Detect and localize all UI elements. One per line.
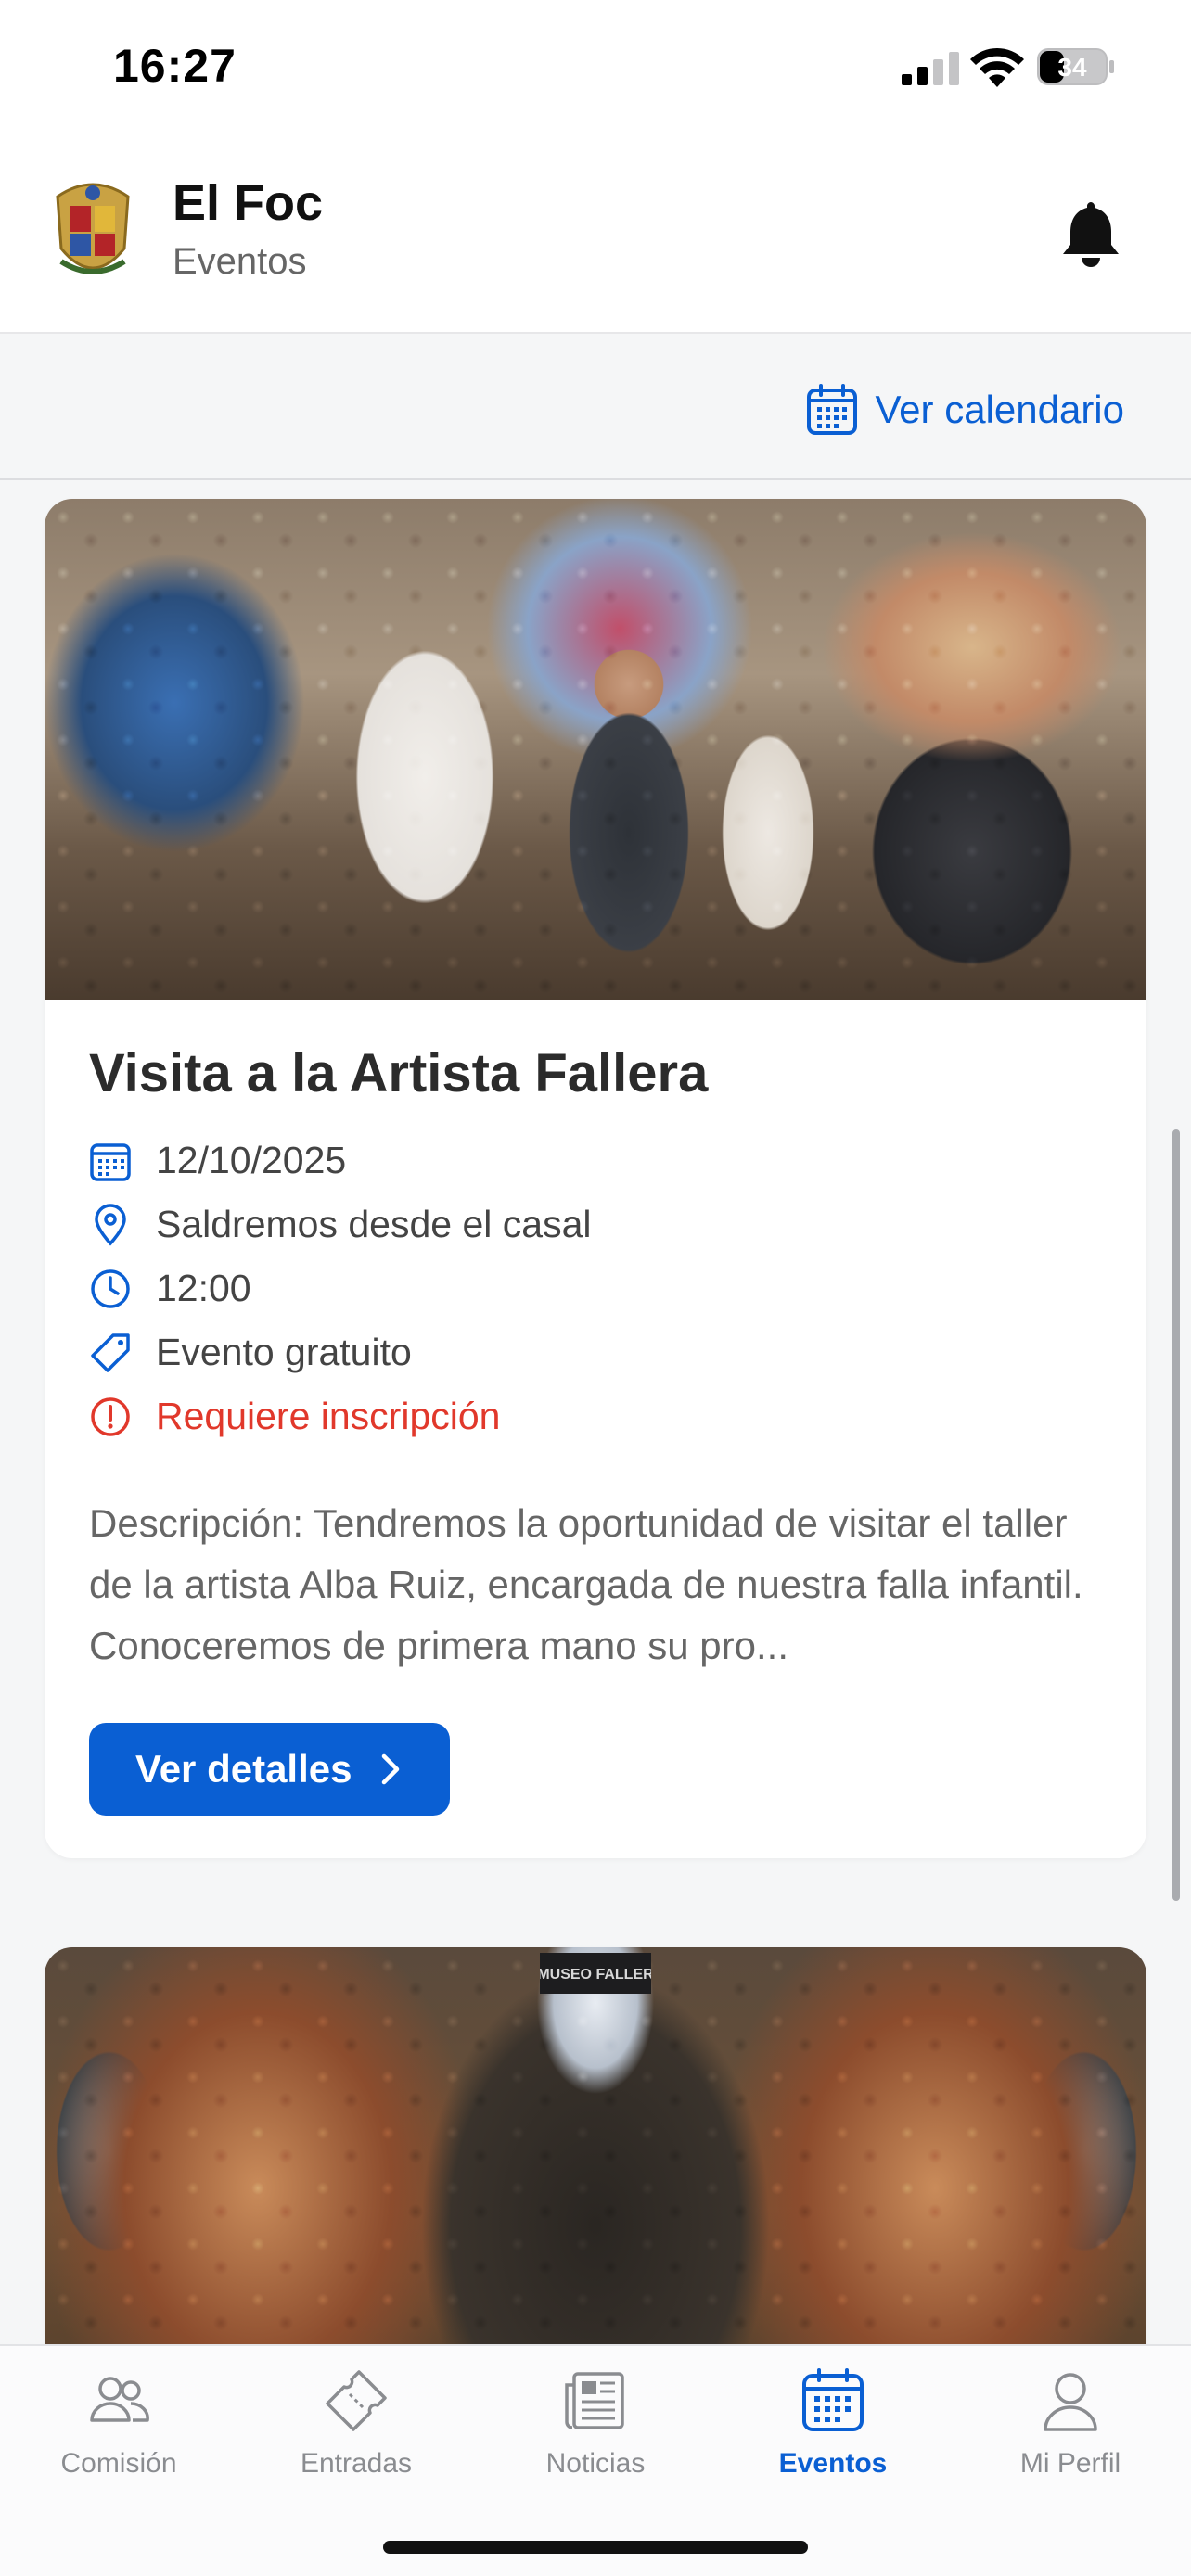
tab-label: Noticias: [545, 2448, 646, 2479]
view-details-button[interactable]: Ver detalles: [89, 1723, 451, 1816]
page-subtitle: Eventos: [173, 241, 307, 282]
falla-crest-logo: [56, 183, 130, 274]
clock-icon: [91, 1269, 130, 1308]
event-price: Evento gratuito: [156, 1331, 412, 1373]
wifi-icon: [970, 47, 1024, 87]
chevron-right-icon: [382, 1753, 400, 1785]
event-title: Visita a la Artista Fallera: [89, 1043, 709, 1103]
tab-mi-perfil[interactable]: Mi Perfil: [952, 2366, 1189, 2480]
event-registration-row: Requiere inscripción: [89, 1384, 1102, 1448]
battery-icon: 34: [1037, 48, 1114, 85]
scrollbar[interactable]: [1172, 1129, 1180, 1901]
tab-label: Mi Perfil: [1019, 2448, 1121, 2479]
tab-label: Entradas: [300, 2448, 413, 2479]
calendar-icon: [807, 384, 858, 435]
museum-sign: MUSEO FALLER: [540, 1953, 651, 1994]
event-location: Saldremos desde el casal: [156, 1203, 592, 1245]
app-header: El Foc Eventos: [0, 139, 1191, 334]
home-indicator: [383, 2541, 808, 2554]
tab-label: Comisión: [60, 2448, 177, 2479]
tab-label: Eventos: [778, 2448, 888, 2479]
alert-circle-icon: [91, 1396, 130, 1436]
calendar-icon: [90, 1142, 131, 1181]
newspaper-icon: [565, 2372, 624, 2429]
location-pin-icon: [95, 1203, 126, 1246]
event-card[interactable]: Visita a la Artista Fallera 12/10/2025 S…: [45, 499, 1146, 1858]
event-time: 12:00: [156, 1267, 251, 1309]
museum-sign-text: MUSEO FALLER: [540, 1967, 651, 1983]
event-location-row: Saldremos desde el casal: [89, 1192, 1102, 1256]
events-toolbar: Ver calendario: [0, 336, 1191, 480]
calendar-icon: [802, 2368, 864, 2431]
event-time-row: 12:00: [89, 1256, 1102, 1320]
event-date: 12/10/2025: [156, 1139, 347, 1181]
tab-noticias[interactable]: Noticias: [477, 2366, 714, 2480]
view-details-label: Ver detalles: [135, 1747, 352, 1791]
event-registration: Requiere inscripción: [156, 1395, 501, 1437]
status-bar: 16:27 34: [0, 0, 1191, 139]
tab-entradas[interactable]: Entradas: [237, 2366, 475, 2480]
cellular-signal-icon: [902, 52, 959, 85]
tab-eventos[interactable]: Eventos: [714, 2366, 952, 2480]
event-price-row: Evento gratuito: [89, 1320, 1102, 1384]
tab-comision[interactable]: Comisión: [0, 2366, 237, 2480]
view-calendar-link[interactable]: Ver calendario: [806, 384, 1124, 436]
status-time: 16:27: [113, 40, 237, 92]
ticket-icon: [326, 2370, 387, 2431]
notifications-bell-icon[interactable]: [1059, 198, 1122, 269]
app-title: El Foc: [173, 175, 324, 231]
view-calendar-label: Ver calendario: [875, 388, 1124, 431]
person-icon: [1044, 2373, 1097, 2431]
event-description: Descripción: Tendremos la oportunidad de…: [89, 1501, 1083, 1667]
event-date-row: 12/10/2025: [89, 1129, 1102, 1192]
price-tag-icon: [91, 1333, 130, 1372]
event-image-workshop: [45, 499, 1146, 1000]
battery-level: 34: [1057, 53, 1087, 82]
people-icon: [90, 2377, 149, 2422]
